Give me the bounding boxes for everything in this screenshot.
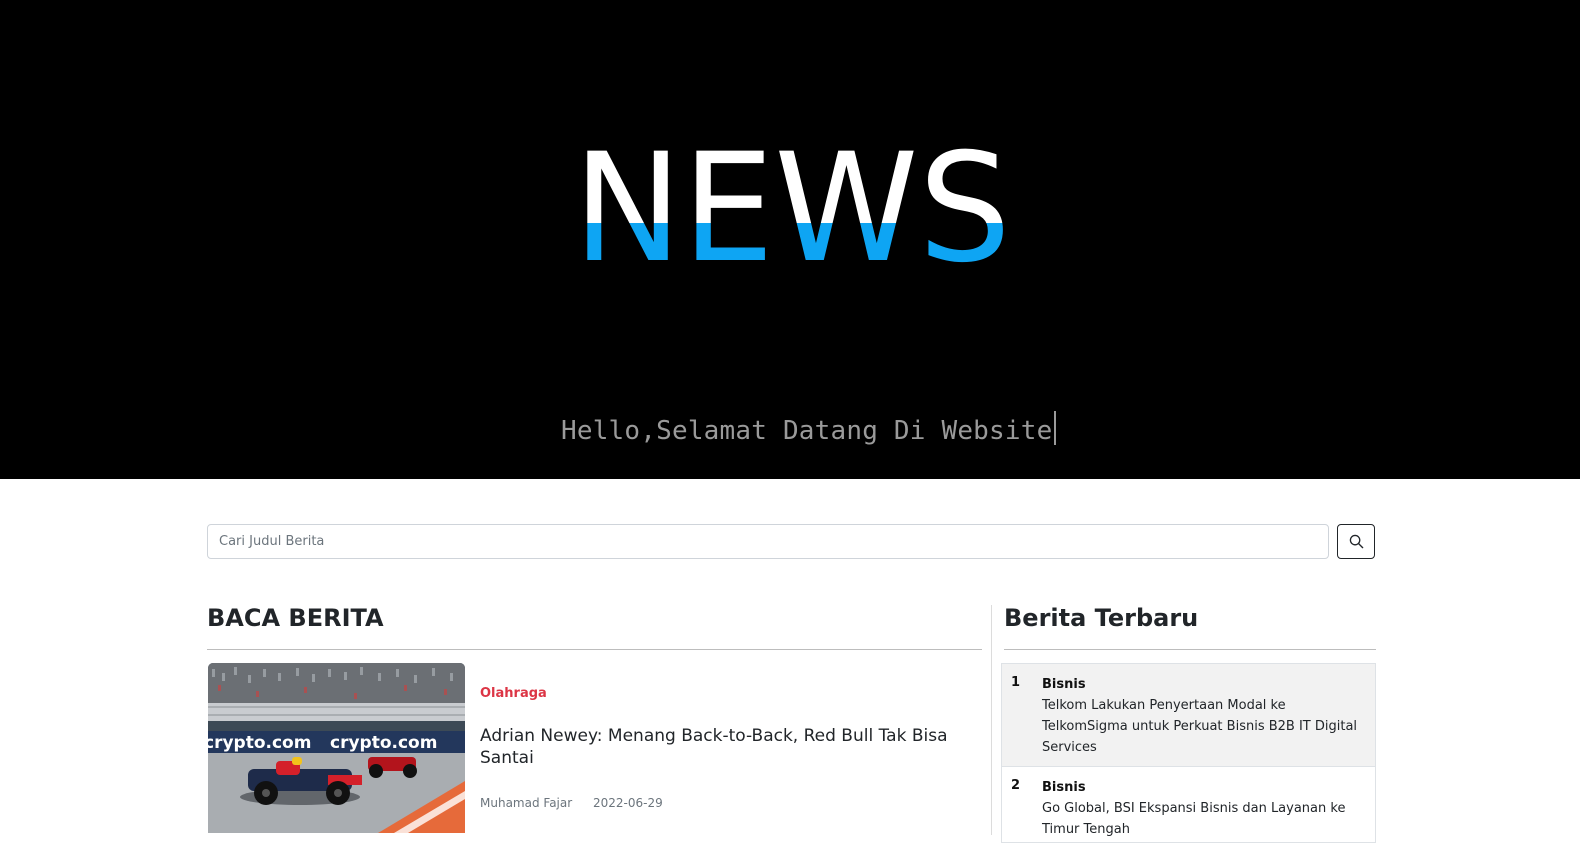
latest-news-number: 2 [1011,778,1021,793]
article-category[interactable]: Olahraga [480,686,547,701]
latest-news-number: 1 [1011,675,1021,690]
latest-news-item[interactable]: 1 Bisnis Telkom Lakukan Penyertaan Modal… [1002,664,1375,767]
sidebar-heading: Berita Terbaru [1004,604,1199,632]
latest-news-category: Bisnis [1042,677,1086,692]
latest-news-title[interactable]: Go Global, BSI Ekspansi Bisnis dan Layan… [1042,798,1365,840]
welcome-message: Hello,Selamat Datang Di Website [561,411,1057,447]
thumbnail-banner-text-2: crypto.com [330,733,437,753]
column-divider [991,605,992,835]
article-title[interactable]: Adrian Newey: Menang Back-to-Back, Red B… [480,725,950,769]
hero-banner: NEWS Hello,Selamat Datang Di Website [0,0,1580,479]
news-logo-text: NEWS [573,130,1011,275]
main-heading-divider [207,649,982,650]
search-input[interactable] [207,524,1329,559]
news-logo: NEWS [572,130,1012,275]
welcome-text: Hello,Selamat Datang Di Website [561,416,1053,446]
latest-news-category: Bisnis [1042,780,1086,795]
article-thumbnail[interactable]: crypto.com crypto.com [208,663,465,833]
article-author: Muhamad Fajar [480,796,573,810]
latest-news-list: 1 Bisnis Telkom Lakukan Penyertaan Modal… [1001,663,1376,843]
search-button[interactable] [1337,524,1375,559]
thumbnail-banner-text: crypto.com [208,733,311,753]
main-heading: BACA BERITA [207,604,384,632]
latest-news-title[interactable]: Telkom Lakukan Penyertaan Modal ke Telko… [1042,695,1365,758]
typing-caret [1054,411,1057,445]
sidebar-heading-divider [1004,649,1376,650]
article-date: 2022-06-29 [593,796,663,810]
search-icon [1349,534,1363,549]
latest-news-item[interactable]: 2 Bisnis Go Global, BSI Ekspansi Bisnis … [1002,767,1375,842]
